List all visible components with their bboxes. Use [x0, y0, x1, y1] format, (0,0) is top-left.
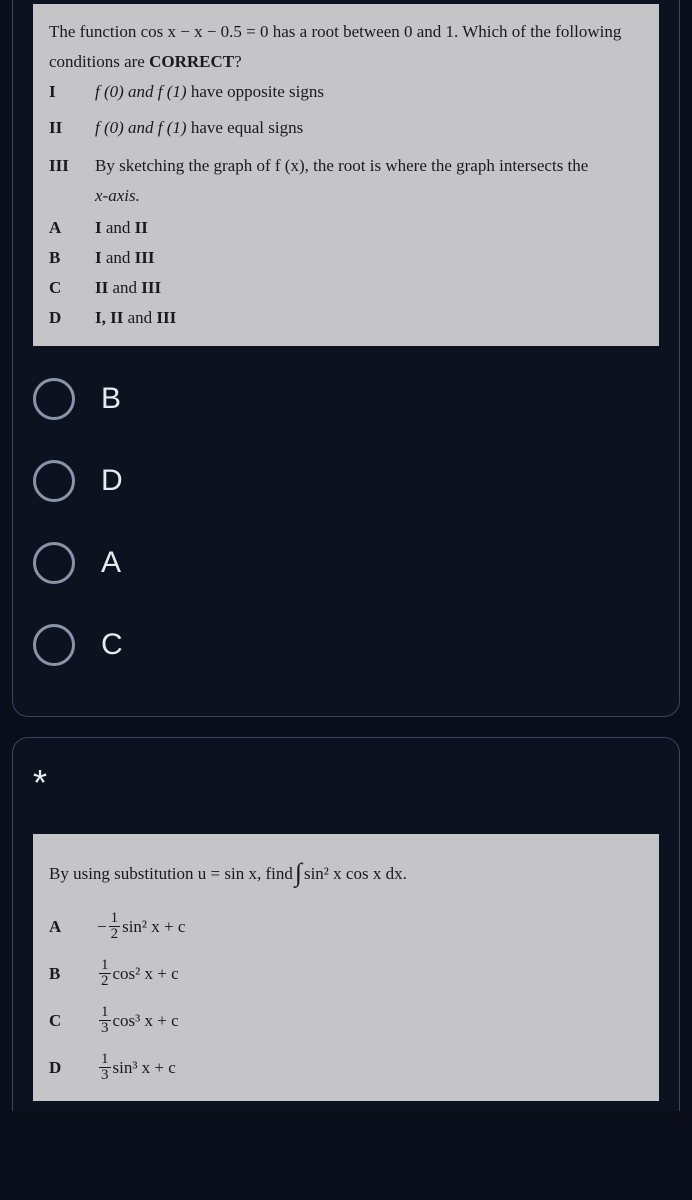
stem-text: ? — [234, 52, 242, 71]
condition-row: III By sketching the graph of f (x), the… — [49, 152, 645, 180]
option-d[interactable]: D — [33, 460, 659, 502]
option-label: A — [101, 546, 121, 580]
radio-button[interactable] — [33, 542, 75, 584]
choice-text: II and III — [95, 274, 645, 302]
choice-row: B I and III — [49, 244, 645, 272]
option-label: D — [101, 464, 123, 498]
choice-text: 13 sin³ x + c — [97, 1052, 176, 1083]
option-label: B — [101, 382, 121, 416]
choice-label: B — [49, 960, 97, 988]
choice-row: A I and II — [49, 214, 645, 242]
choice-label: D — [49, 1054, 97, 1082]
condition-label: III — [49, 152, 95, 180]
condition-text: f (0) and f (1) have opposite signs — [95, 78, 645, 106]
answer-options: B D A C — [33, 378, 659, 666]
question-image-2: By using substitution u = sin x, find ∫ … — [33, 834, 659, 1101]
choice-label: A — [49, 214, 95, 242]
question-card-1: The function cos x − x − 0.5 = 0 has a r… — [12, 0, 680, 717]
option-b[interactable]: B — [33, 378, 659, 420]
radio-button[interactable] — [33, 460, 75, 502]
choice-label: C — [49, 274, 95, 302]
choice-row: C 13 cos³ x + c — [49, 1005, 643, 1036]
condition-label: II — [49, 114, 95, 142]
option-c[interactable]: C — [33, 624, 659, 666]
choice-text: I and II — [95, 214, 645, 242]
choice-row: B 12 cos² x + c — [49, 958, 643, 989]
radio-button[interactable] — [33, 378, 75, 420]
choice-text: I and III — [95, 244, 645, 272]
option-a[interactable]: A — [33, 542, 659, 584]
stem-text: sin² x cos x dx. — [304, 860, 407, 888]
option-label: C — [101, 628, 123, 662]
stem-text: conditions are — [49, 52, 149, 71]
choice-text: 13 cos³ x + c — [97, 1005, 179, 1036]
choice-row: A − 12 sin² x + c — [49, 911, 643, 942]
stem-line-1: The function cos x − x − 0.5 = 0 has a r… — [49, 18, 645, 46]
integral-symbol: ∫ — [295, 852, 302, 895]
stem-text: By using substitution u = sin x, find — [49, 860, 293, 888]
condition-label: I — [49, 78, 95, 106]
choice-row: C II and III — [49, 274, 645, 302]
condition-continuation: x-axis. — [95, 182, 645, 210]
stem: By using substitution u = sin x, find ∫ … — [49, 852, 643, 895]
choice-label: B — [49, 244, 95, 272]
choice-label: C — [49, 1007, 97, 1035]
choice-label: A — [49, 913, 97, 941]
choice-label: D — [49, 304, 95, 332]
question-image-1: The function cos x − x − 0.5 = 0 has a r… — [33, 4, 659, 346]
choice-text: 12 cos² x + c — [97, 958, 179, 989]
condition-text: f (0) and f (1) have equal signs — [95, 114, 645, 142]
question-card-2: * By using substitution u = sin x, find … — [12, 737, 680, 1111]
condition-row: I f (0) and f (1) have opposite signs — [49, 78, 645, 106]
choice-text: I, II and III — [95, 304, 645, 332]
choice-row: D I, II and III — [49, 304, 645, 332]
radio-button[interactable] — [33, 624, 75, 666]
stem-bold: CORRECT — [149, 52, 234, 71]
condition-row: II f (0) and f (1) have equal signs — [49, 114, 645, 142]
required-indicator: * — [33, 762, 659, 804]
condition-text: By sketching the graph of f (x), the roo… — [95, 152, 645, 180]
stem-line-2: conditions are CORRECT? — [49, 48, 645, 76]
choice-text: − 12 sin² x + c — [97, 911, 185, 942]
choice-row: D 13 sin³ x + c — [49, 1052, 643, 1083]
